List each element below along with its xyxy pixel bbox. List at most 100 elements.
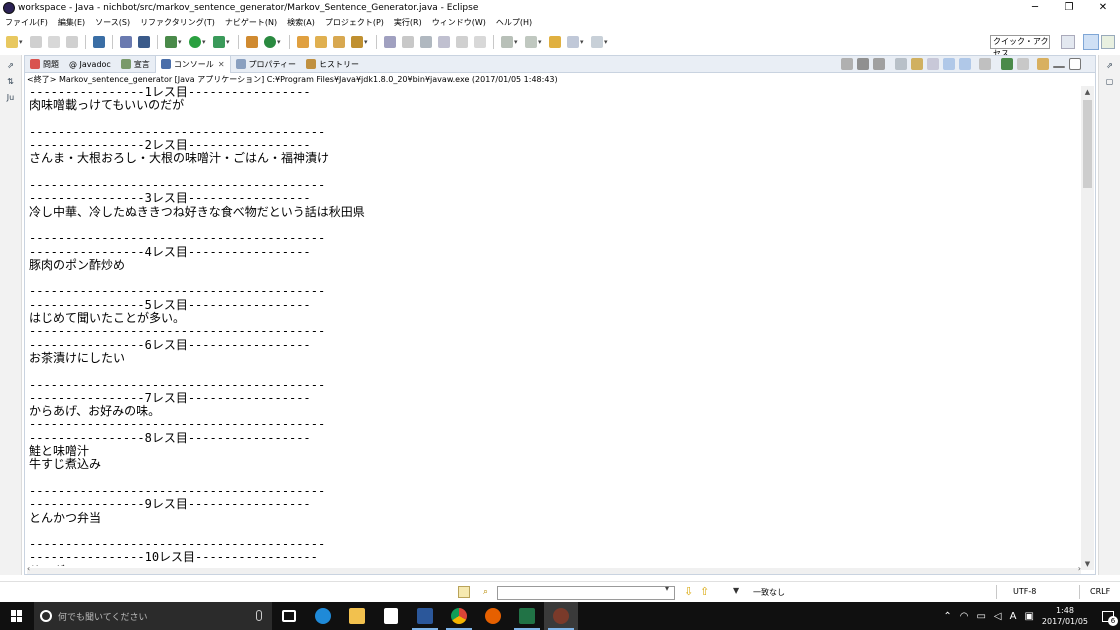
menu-refactor[interactable]: リファクタリング(T) (135, 17, 220, 28)
pin-icon[interactable] (420, 36, 432, 48)
open-perspective-icon[interactable] (1061, 35, 1075, 49)
toggle-mark-icon[interactable] (438, 36, 450, 48)
debug-icon[interactable] (165, 36, 177, 48)
forward-dropdown-icon[interactable] (604, 39, 610, 45)
microphone-icon[interactable] (256, 610, 262, 621)
edit-icon[interactable] (402, 36, 414, 48)
clock[interactable]: 1:48 2017/01/05 (1042, 605, 1088, 627)
vertical-scrollbar[interactable]: ▲ ▼ (1081, 86, 1094, 570)
prev-annotation-icon[interactable] (525, 36, 537, 48)
open-type-icon[interactable] (297, 36, 309, 48)
console-search-input[interactable] (497, 586, 675, 600)
word-button[interactable] (408, 602, 442, 630)
prev-annotation-dropdown-icon[interactable] (538, 39, 544, 45)
network-icon[interactable]: ◠ (960, 611, 969, 622)
clear-console-icon[interactable] (895, 58, 907, 70)
quick-access-field[interactable]: クイック・アクセス (990, 35, 1050, 58)
last-edit-icon[interactable] (549, 36, 561, 48)
scroll-right-icon[interactable]: › (1078, 564, 1081, 573)
new-class-icon[interactable] (264, 36, 276, 48)
restore-icon[interactable]: ⇗ (5, 61, 17, 71)
new-java-project-icon[interactable] (246, 36, 258, 48)
java-perspective-icon[interactable] (1083, 34, 1099, 50)
open-console-icon[interactable] (1017, 58, 1029, 70)
external-tools-dropdown-icon[interactable] (226, 39, 232, 45)
excel-button[interactable] (510, 602, 544, 630)
tab-declaration[interactable]: 宣言 (116, 56, 155, 73)
new-class-dropdown-icon[interactable] (277, 39, 283, 45)
scroll-down-icon[interactable]: ▼ (1081, 558, 1094, 570)
print-icon[interactable] (66, 36, 78, 48)
scroll-left-icon[interactable]: ‹ (27, 564, 30, 573)
block-select-icon[interactable] (474, 36, 486, 48)
find-next-icon[interactable]: ⇩ (684, 585, 693, 598)
menu-edit[interactable]: 編集(E) (53, 17, 90, 28)
chrome-button[interactable] (442, 602, 476, 630)
menu-window[interactable]: ウィンドウ(W) (427, 17, 491, 28)
action-center-button[interactable]: 6 (1096, 602, 1120, 630)
back-icon[interactable] (567, 36, 579, 48)
ime-icon[interactable]: ▣ (1024, 611, 1033, 622)
next-annotation-icon[interactable] (501, 36, 513, 48)
run-icon[interactable] (189, 36, 201, 48)
menu-file[interactable]: ファイル(F) (0, 17, 53, 28)
save-all-icon[interactable] (48, 36, 60, 48)
menu-run[interactable]: 実行(R) (389, 17, 427, 28)
remove-all-icon[interactable] (873, 58, 885, 70)
tab-problems[interactable]: 問題 (25, 56, 64, 73)
ime-indicator[interactable]: A (1010, 611, 1017, 622)
volume-icon[interactable]: ◁ (994, 611, 1002, 622)
word-wrap-icon[interactable] (927, 58, 939, 70)
menu-navigate[interactable]: ナビゲート(N) (220, 17, 282, 28)
console-output[interactable]: ----------------1レス目----------------- 肉味噌… (29, 86, 1079, 566)
chevron-down-icon[interactable]: ▾ (665, 584, 669, 593)
save-icon[interactable] (30, 36, 42, 48)
scroll-up-icon[interactable]: ▲ (1081, 86, 1094, 98)
show-stdout-icon[interactable] (943, 58, 955, 70)
start-button[interactable] (0, 602, 34, 630)
search-tool-icon[interactable] (351, 36, 363, 48)
horizontal-scrollbar[interactable]: ‹ › (27, 564, 1081, 574)
find-previous-icon[interactable]: ⇧ (700, 585, 709, 598)
maximize-button[interactable]: ❐ (1052, 0, 1086, 15)
scroll-thumb[interactable] (1083, 100, 1092, 188)
tab-properties[interactable]: プロパティー (231, 56, 302, 73)
remove-launch-icon[interactable] (857, 58, 869, 70)
show-stderr-icon[interactable] (959, 58, 971, 70)
terminate-icon[interactable] (841, 58, 853, 70)
find-icon[interactable] (458, 586, 470, 598)
close-button[interactable]: ✕ (1086, 0, 1120, 15)
new-dropdown-icon[interactable] (19, 39, 25, 45)
pin-console-icon[interactable] (979, 58, 991, 70)
maximize-view-icon[interactable] (1069, 58, 1081, 70)
menu-source[interactable]: ソース(S) (90, 17, 135, 28)
package-explorer-icon[interactable]: ⇅ (5, 77, 17, 87)
new-console-icon[interactable] (1037, 58, 1049, 70)
settings-icon[interactable] (138, 36, 150, 48)
show-whitespace-icon[interactable] (456, 36, 468, 48)
outline-icon[interactable]: ▢ (1104, 77, 1116, 87)
tab-javadoc[interactable]: @ Javadoc (64, 56, 116, 73)
tab-history[interactable]: ヒストリー (301, 56, 364, 73)
minimize-button[interactable]: ─ (1018, 0, 1052, 15)
next-annotation-dropdown-icon[interactable] (514, 39, 520, 45)
menu-project[interactable]: プロジェクト(P) (320, 17, 389, 28)
menu-search[interactable]: 検索(A) (282, 17, 320, 28)
task-view-button[interactable] (272, 602, 306, 630)
junit-icon[interactable]: Ju (5, 93, 17, 103)
new-icon[interactable] (6, 36, 18, 48)
skip-breakpoints-icon[interactable] (120, 36, 132, 48)
console-view-icon[interactable] (93, 36, 105, 48)
restore-icon[interactable]: ⇗ (1104, 61, 1116, 71)
edge-button[interactable] (306, 602, 340, 630)
search-options-icon[interactable]: ▼ (733, 586, 739, 595)
run-dropdown-icon[interactable] (202, 39, 208, 45)
display-console-icon[interactable] (1001, 58, 1013, 70)
minimize-view-icon[interactable] (1053, 66, 1065, 68)
eclipse-button[interactable] (544, 602, 578, 630)
external-tools-icon[interactable] (213, 36, 225, 48)
battery-icon[interactable]: ▭ (976, 611, 985, 622)
menu-help[interactable]: ヘルプ(H) (491, 17, 537, 28)
chevron-up-icon[interactable]: ⌃ (943, 611, 951, 622)
search-dropdown-icon[interactable] (364, 39, 370, 45)
